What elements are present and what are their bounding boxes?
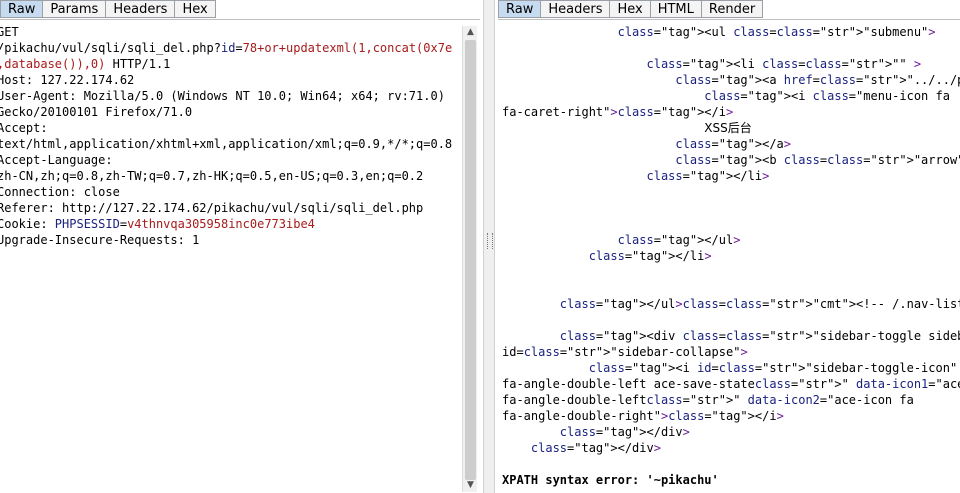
response-line xyxy=(502,280,960,296)
response-line: class="tag"></ul>class=class="str">"cmt"… xyxy=(559,297,960,311)
response-line: class="tag"><a href=class="str">"../../p… xyxy=(675,73,960,87)
splitter-grip-icon[interactable] xyxy=(487,233,493,249)
request-line: zh-CN,zh;q=0.8,zh-TW;q=0.7,zh-HK;q=0.5,e… xyxy=(0,169,424,183)
response-line xyxy=(502,456,960,472)
tab-raw[interactable]: Raw xyxy=(0,0,44,18)
request-scrollbar[interactable]: ▲ ▼ xyxy=(462,26,477,492)
tab-html[interactable]: HTML xyxy=(650,0,702,18)
response-line: class="tag"></a> xyxy=(675,137,791,151)
tab-hex[interactable]: Hex xyxy=(175,0,216,18)
response-line: class="tag"></li> xyxy=(588,249,712,263)
response-line: class="tag"></div> xyxy=(559,425,690,439)
response-tabs: Raw Headers Hex HTML Render xyxy=(498,0,764,19)
response-line xyxy=(502,40,960,56)
request-line: /pikachu/vul/sqli/sqli_del.php?id=78+or+… xyxy=(0,41,453,55)
tab-divider xyxy=(498,19,960,20)
scroll-thumb[interactable] xyxy=(465,40,476,480)
request-line: Cookie: PHPSESSID=v4thnvqa305958inc0e773… xyxy=(0,217,315,231)
response-pane: Raw Headers Hex HTML Render class="tag">… xyxy=(498,0,960,493)
response-line: class="tag"></div> xyxy=(530,441,661,455)
response-line: fa-angle-double-right">class="tag"></i> xyxy=(502,409,784,423)
request-editor[interactable]: GET/pikachu/vul/sqli/sqli_del.php?id=78+… xyxy=(0,24,452,248)
response-line: fa-angle-double-left ace-save-stateclass… xyxy=(502,377,960,391)
request-line: Referer: http://127.22.174.62/pikachu/vu… xyxy=(0,201,424,215)
response-line xyxy=(502,200,960,216)
request-line: Accept: xyxy=(0,121,48,135)
request-line: text/html,application/xhtml+xml,applicat… xyxy=(0,137,453,151)
request-line: ,database()),0) HTTP/1.1 xyxy=(0,57,171,71)
request-line: Host: 127.22.174.62 xyxy=(0,73,135,87)
response-line: id=class="str">"sidebar-collapse"> xyxy=(502,345,748,359)
scroll-up-icon[interactable]: ▲ xyxy=(463,26,478,39)
tab-divider xyxy=(0,19,480,20)
response-line: class="tag"><i class="menu-icon fa xyxy=(704,89,950,103)
request-line: Connection: close xyxy=(0,185,120,199)
response-line: fa-caret-right">class="tag"></i> xyxy=(502,105,734,119)
response-line: class="tag"><div class=class="str">"side… xyxy=(559,329,960,343)
pane-splitter[interactable] xyxy=(483,0,495,493)
response-line: class="tag"><ul class=class="str">"subme… xyxy=(617,25,936,39)
xpath-error-line: XPATH syntax error: '~pikachu' xyxy=(502,473,719,487)
response-line: class="tag"><i id=class="str">"sidebar-t… xyxy=(588,361,960,375)
request-tabs: Raw Params Headers Hex xyxy=(0,0,216,19)
request-line: User-Agent: Mozilla/5.0 (Windows NT 10.0… xyxy=(0,89,445,103)
scroll-down-icon[interactable]: ▼ xyxy=(463,479,478,492)
request-line: GET xyxy=(0,25,19,39)
response-line xyxy=(502,312,960,328)
tab-render[interactable]: Render xyxy=(701,0,764,18)
response-line xyxy=(502,184,960,200)
request-line: Upgrade-Insecure-Requests: 1 xyxy=(0,233,200,247)
tab-headers[interactable]: Headers xyxy=(106,0,176,18)
response-line: fa-angle-double-leftclass="str">" data-i… xyxy=(502,393,914,407)
tab-headers[interactable]: Headers xyxy=(541,0,611,18)
response-viewer[interactable]: class="tag"><ul class=class="str">"subme… xyxy=(502,24,960,488)
tab-params[interactable]: Params xyxy=(43,0,107,18)
response-line: class="tag"></ul> xyxy=(617,233,741,247)
tab-raw[interactable]: Raw xyxy=(498,0,542,18)
request-line: Gecko/20100101 Firefox/71.0 xyxy=(0,105,193,119)
response-line: class="tag"></li> xyxy=(646,169,770,183)
response-line xyxy=(502,216,960,232)
response-line: XSS后台 xyxy=(704,121,752,135)
tab-hex[interactable]: Hex xyxy=(610,0,651,18)
response-line xyxy=(502,264,960,280)
request-pane: Raw Params Headers Hex GET/pikachu/vul/s… xyxy=(0,0,480,493)
response-line: class="tag"><b class=class="str">"arrow"… xyxy=(675,153,960,167)
response-line: class="tag"><li class=class="str">"" > xyxy=(646,57,922,71)
request-line: Accept-Language: xyxy=(0,153,113,167)
